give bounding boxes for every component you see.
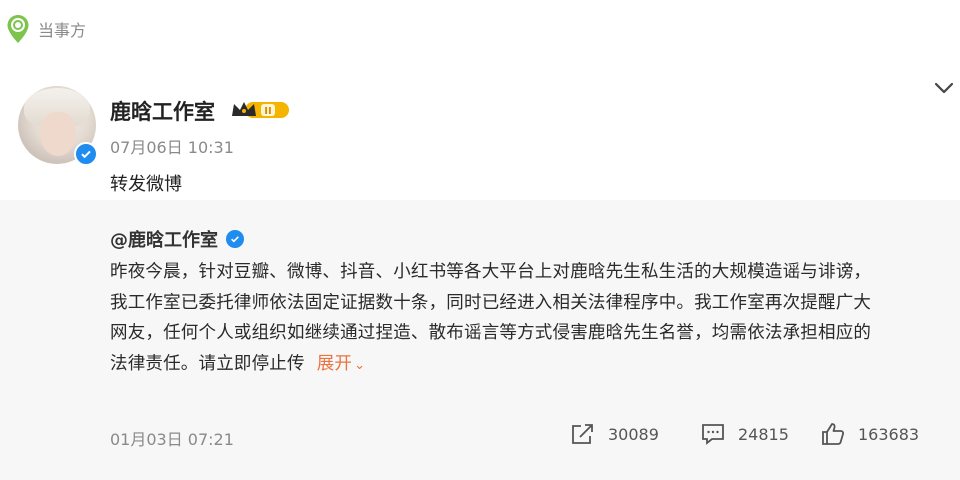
- quoted-line: 网友，任何个人或组织如继续通过捏造、散布谣言等方式侵害鹿晗先生名誉，均需依法承担…: [110, 323, 872, 343]
- quoted-line: 法律责任。请立即停止传: [110, 353, 305, 374]
- quoted-body: 昨夜今晨，针对豆瓣、微博、抖音、小红书等各大平台上对鹿晗先生私生活的大规模造谣与…: [110, 257, 925, 381]
- like-button[interactable]: 163683: [820, 422, 919, 446]
- quoted-line: 我工作室已委托律师依法固定证据数十条，同时已经进入相关法律程序中。我工作室再次提…: [110, 292, 872, 313]
- chevron-down-icon[interactable]: [932, 78, 956, 98]
- location-pin-icon: [7, 15, 29, 43]
- thumbs-up-icon: [822, 423, 845, 445]
- post-text: 转发微博: [110, 174, 182, 195]
- svg-text:II: II: [264, 106, 271, 117]
- weibo-post: 鹿晗工作室 II 07月06日 10:31 转发微博 @鹿晗工作室 昨夜今晨，针…: [0, 78, 960, 480]
- like-count: 163683: [858, 424, 920, 444]
- verified-icon: [74, 142, 98, 166]
- expand-label[interactable]: 展开: [317, 354, 352, 374]
- share-icon: [572, 424, 593, 444]
- repost-button[interactable]: 30089: [570, 422, 659, 446]
- quoted-time: 01月03日 07:21: [110, 430, 234, 449]
- comment-icon: [702, 424, 724, 445]
- expand-link[interactable]: 展开 ⌄: [317, 354, 366, 374]
- comment-button[interactable]: 24815: [700, 422, 789, 446]
- repost-count: 30089: [608, 424, 659, 444]
- post-time: 07月06日 10:31: [110, 138, 234, 157]
- source-label: 当事方: [38, 21, 87, 40]
- quoted-author-name[interactable]: @鹿晗工作室: [110, 226, 218, 252]
- vip-crown-icon[interactable]: II: [231, 99, 291, 121]
- chevron-down-icon[interactable]: ⌄: [354, 358, 365, 373]
- quoted-line: 昨夜今晨，针对豆瓣、微博、抖音、小红书等各大平台上对鹿晗先生私生活的大规模造谣与…: [110, 262, 872, 282]
- quoted-line-last: 法律责任。请立即停止传 展开 ⌄: [110, 349, 925, 382]
- quoted-author[interactable]: @鹿晗工作室: [110, 226, 244, 252]
- verified-icon: [226, 230, 244, 248]
- source-bar: 当事方: [6, 14, 86, 44]
- comment-count: 24815: [738, 424, 789, 444]
- repost-box[interactable]: @鹿晗工作室 昨夜今晨，针对豆瓣、微博、抖音、小红书等各大平台上对鹿晗先生私生活…: [0, 200, 960, 480]
- author-name[interactable]: 鹿晗工作室: [110, 96, 215, 126]
